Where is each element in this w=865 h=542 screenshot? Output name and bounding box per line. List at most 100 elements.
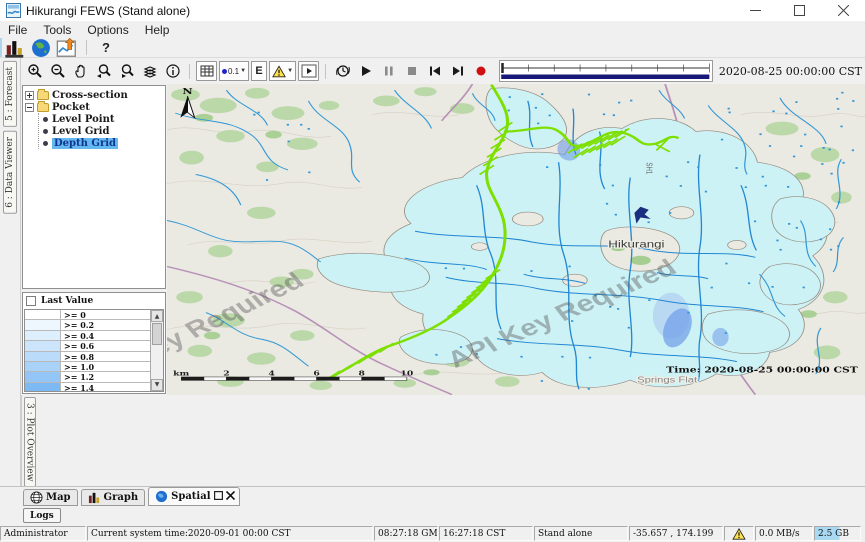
tab-graph[interactable]: Graph: [81, 489, 146, 506]
title-bar: Hikurangi FEWS (Stand alone): [0, 0, 865, 21]
pause-button[interactable]: [378, 61, 399, 81]
tab-map[interactable]: Map: [23, 489, 78, 506]
maximize-button[interactable]: [777, 0, 821, 21]
zoom-previous-button[interactable]: [93, 61, 114, 81]
stream-dot: [804, 134, 806, 136]
help-button[interactable]: ?: [95, 39, 117, 57]
maximize-pane-icon[interactable]: [214, 491, 223, 503]
pan-hand-button[interactable]: [70, 61, 91, 81]
play-button[interactable]: [355, 61, 376, 81]
step-forward-button[interactable]: [447, 61, 468, 81]
scroll-up-icon[interactable]: ▲: [151, 310, 163, 322]
tree-node-level-grid[interactable]: Level Grid: [39, 125, 163, 137]
scroll-thumb[interactable]: [152, 323, 162, 345]
zoom-in-button[interactable]: [24, 61, 45, 81]
stream-dot: [754, 221, 756, 223]
svg-text:N: N: [182, 87, 192, 96]
stream-dot: [705, 191, 707, 193]
legend-scrollbar[interactable]: ▲ ▼: [150, 310, 163, 391]
stream-dot: [648, 299, 650, 301]
scroll-track: [151, 346, 163, 379]
legend-entry-label: >= 0: [61, 310, 150, 319]
spatial-display-button[interactable]: [56, 39, 78, 57]
stream-dot: [728, 112, 730, 114]
dock-tab-data-viewer[interactable]: 6 : Data Viewer: [3, 131, 17, 214]
stream-dot: [288, 141, 290, 143]
zoom-next-button[interactable]: [116, 61, 137, 81]
stream-dot: [613, 114, 615, 116]
tree-node-label: Pocket: [52, 102, 90, 113]
stream-dot: [589, 357, 591, 359]
stream-dot: [829, 228, 831, 230]
layers-button[interactable]: [139, 61, 160, 81]
status-system-time: Current system time:2020-09-01 00:00 CST: [87, 526, 373, 541]
last-value-checkbox[interactable]: [26, 296, 36, 306]
toolbar-separator: [86, 40, 87, 55]
grid-display-button[interactable]: [196, 61, 217, 81]
tree-node-level-point[interactable]: Level Point: [39, 113, 163, 125]
logs-button[interactable]: Logs: [23, 508, 61, 523]
legend-row[interactable]: >= 0.4: [25, 331, 150, 341]
legend-toggle-button[interactable]: E: [251, 61, 267, 81]
legend-row[interactable]: >= 1.0: [25, 362, 150, 372]
dock-tab-forecast[interactable]: 5 : Forecast: [3, 61, 17, 127]
menu-file[interactable]: File: [0, 23, 35, 37]
minimize-button[interactable]: [733, 0, 777, 21]
menu-options[interactable]: Options: [79, 23, 136, 37]
legend-row[interactable]: >= 0.8: [25, 352, 150, 362]
legend-swatch: [25, 310, 61, 319]
close-pane-icon[interactable]: [226, 491, 235, 503]
legend-row[interactable]: >= 0: [25, 310, 150, 320]
tab-spatial[interactable]: Spatial: [148, 487, 239, 506]
main-toolbar: ?: [0, 38, 865, 58]
stream-dot: [852, 149, 854, 151]
map-display-button[interactable]: [30, 39, 52, 57]
database-viewer-button[interactable]: [4, 39, 26, 57]
stream-dot: [612, 185, 614, 187]
tree-node-pocket[interactable]: Pocket: [25, 101, 163, 113]
application-window: Hikurangi FEWS (Stand alone) File Tools …: [0, 0, 865, 542]
stop-button[interactable]: [401, 61, 422, 81]
window-title: Hikurangi FEWS (Stand alone): [26, 4, 190, 18]
status-warning: [724, 526, 754, 541]
menu-tools[interactable]: Tools: [35, 23, 79, 37]
stream-dot: [776, 240, 778, 242]
menu-help[interactable]: Help: [137, 23, 178, 37]
stream-dot: [788, 223, 790, 225]
stream-dot: [615, 214, 617, 216]
class-break-dropdown[interactable]: 0.1 ▼: [219, 61, 249, 81]
map-canvas[interactable]: API Key Required API Key Required Hikura…: [167, 84, 865, 395]
step-back-button[interactable]: [424, 61, 445, 81]
record-button[interactable]: [470, 61, 491, 81]
stream-dot: [509, 96, 511, 98]
time-slider-thumb[interactable]: [501, 63, 503, 73]
legend-row[interactable]: >= 1.2: [25, 372, 150, 382]
scroll-down-icon[interactable]: ▼: [151, 379, 163, 391]
time-slider[interactable]: [499, 60, 713, 82]
legend-row[interactable]: >= 0.2: [25, 320, 150, 330]
tree-node-depth-grid[interactable]: Depth Grid: [39, 137, 163, 149]
last-value-label: Last Value: [41, 296, 93, 306]
class-break-value: 0.1: [228, 67, 239, 76]
animation-panel-button[interactable]: [298, 61, 319, 81]
road-label: SH1: [644, 162, 654, 174]
expand-icon[interactable]: [25, 91, 34, 100]
legend-swatch: [25, 352, 61, 361]
info-button[interactable]: [162, 61, 183, 81]
animation-timer-button[interactable]: [332, 61, 353, 81]
warning-dropdown-button[interactable]: ▼: [269, 61, 296, 81]
stream-dot: [796, 227, 798, 229]
zoom-out-button[interactable]: [47, 61, 68, 81]
stream-dot: [535, 107, 537, 109]
map-viewport[interactable]: API Key Required API Key Required Hikura…: [167, 84, 865, 395]
status-bar: Administrator Current system time:2020-0…: [0, 525, 865, 542]
legend-row[interactable]: >= 1.4: [25, 383, 150, 391]
collapse-icon[interactable]: [25, 103, 34, 112]
leaf-bullet-icon: [43, 117, 48, 122]
wireframe-globe-icon: [30, 491, 43, 504]
stream-dot: [785, 113, 787, 115]
close-button[interactable]: [821, 0, 865, 21]
tree-node-cross-section[interactable]: Cross-section: [25, 89, 163, 101]
dock-tab-plot-overview[interactable]: 3 : Plot Overview: [24, 397, 36, 487]
legend-row[interactable]: >= 0.6: [25, 341, 150, 351]
